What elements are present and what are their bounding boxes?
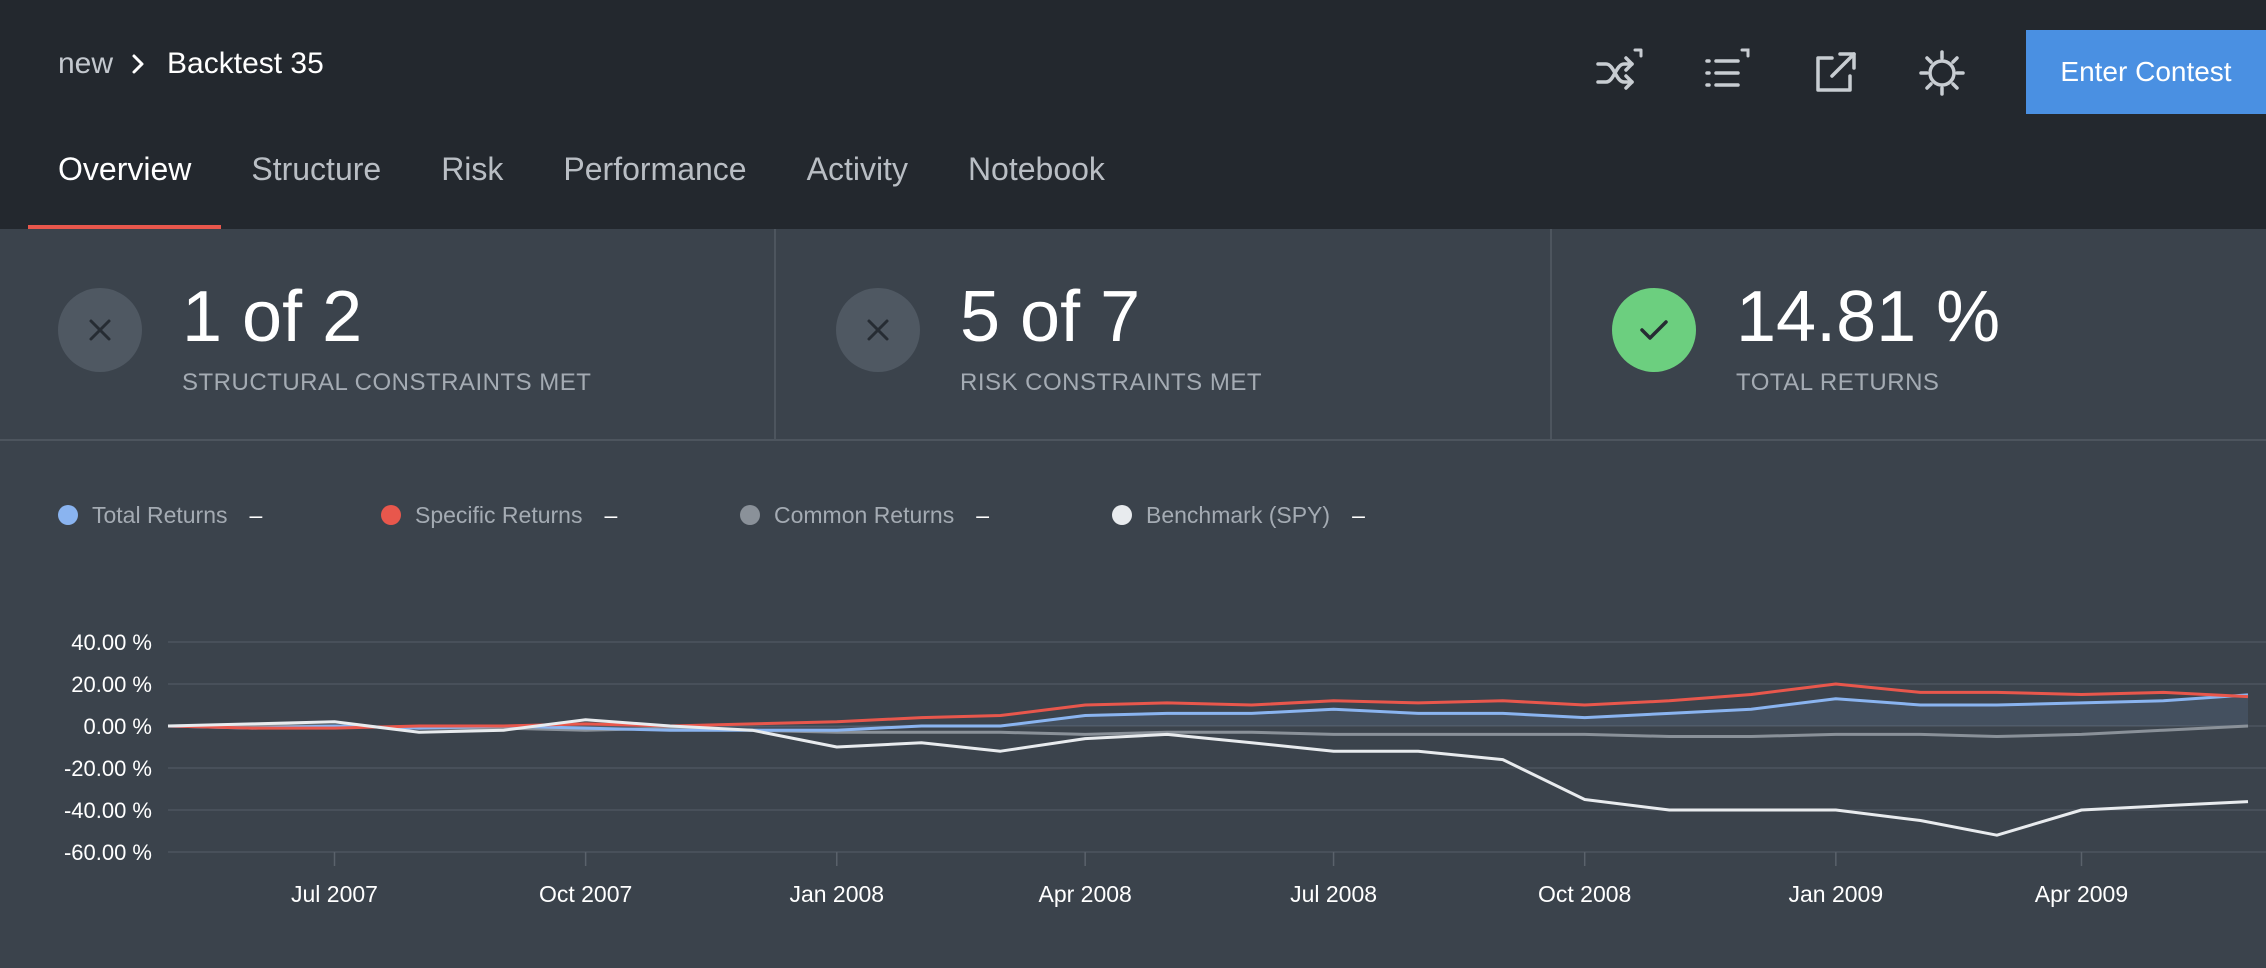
stat-label: RISK CONSTRAINTS MET: [960, 369, 1263, 396]
x-tick-label: Jan 2008: [789, 881, 884, 907]
legend-dot: [381, 505, 401, 525]
x-tick-label: Apr 2008: [1038, 881, 1131, 907]
legend-common-returns[interactable]: Common Returns –: [740, 500, 989, 530]
legend-benchmark[interactable]: Benchmark (SPY) –: [1112, 500, 1365, 530]
benchmark-line: [167, 718, 2249, 837]
settings-icon[interactable]: [1917, 48, 1967, 98]
tab-structure[interactable]: Structure: [221, 140, 411, 229]
tab-performance[interactable]: Performance: [533, 140, 776, 229]
legend-label: Common Returns: [774, 501, 955, 528]
stat-total-returns: 14.81 % TOTAL RETURNS: [1552, 229, 2266, 439]
breadcrumb-current: Backtest 35: [167, 47, 324, 80]
enter-contest-button[interactable]: Enter Contest: [2026, 30, 2266, 114]
y-tick-label: -60.00 %: [64, 840, 152, 865]
legend-specific-returns[interactable]: Specific Returns –: [381, 500, 617, 530]
checkmark-icon: [1612, 288, 1696, 372]
y-tick-label: 0.00 %: [84, 714, 153, 739]
x-tick-label: Apr 2009: [2035, 881, 2128, 907]
stat-label: TOTAL RETURNS: [1736, 369, 1940, 396]
y-tick-label: 20.00 %: [71, 672, 152, 697]
legend-dot: [1112, 505, 1132, 525]
tab-overview[interactable]: Overview: [28, 140, 222, 229]
legend-label: Benchmark (SPY): [1146, 501, 1331, 528]
legend-value: –: [249, 501, 263, 528]
list-icon[interactable]: [1702, 48, 1752, 98]
x-tick-label: Oct 2008: [1538, 881, 1631, 907]
legend-value: –: [976, 501, 990, 528]
y-tick-label: 40.00 %: [71, 630, 152, 655]
stat-value: 5 of 7: [960, 277, 1141, 357]
legend-dot: [740, 505, 760, 525]
stat-structural: 1 of 2 STRUCTURAL CONSTRAINTS MET: [0, 229, 776, 439]
chevron-right-icon: [131, 53, 145, 75]
legend-dot: [58, 505, 78, 525]
close-icon: [836, 288, 920, 372]
y-tick-label: -40.00 %: [64, 798, 152, 823]
y-tick-label: -20.00 %: [64, 756, 152, 781]
x-tick-label: Jul 2008: [1290, 881, 1377, 907]
tab-risk[interactable]: Risk: [411, 140, 533, 229]
stat-value: 14.81 %: [1736, 277, 2001, 357]
x-tick-label: Oct 2007: [539, 881, 632, 907]
close-icon: [58, 288, 142, 372]
tab-notebook[interactable]: Notebook: [938, 140, 1135, 229]
top-bar: new Backtest 35 Enter Contest Overview S…: [0, 0, 2266, 229]
legend-value: –: [604, 501, 618, 528]
returns-chart[interactable]: 40.00 % 20.00 % 0.00 % -20.00 % -40.00 % -60.…: [0, 600, 2266, 930]
legend-label: Total Returns: [92, 501, 228, 528]
share-icon[interactable]: [1810, 48, 1860, 98]
stat-risk: 5 of 7 RISK CONSTRAINTS MET: [776, 229, 1552, 439]
legend-value: –: [1352, 501, 1365, 528]
legend-total-returns[interactable]: Total Returns –: [58, 500, 262, 530]
x-tick-label: Jan 2009: [1789, 881, 1884, 907]
x-tick-label: Jul 2007: [291, 881, 378, 907]
stat-label: STRUCTURAL CONSTRAINTS MET: [182, 369, 592, 396]
breadcrumb-parent-link[interactable]: new: [58, 47, 113, 81]
legend-label: Specific Returns: [415, 501, 583, 528]
summary-stats: 1 of 2 STRUCTURAL CONSTRAINTS MET 5 of 7…: [0, 229, 2266, 441]
tab-activity[interactable]: Activity: [777, 140, 938, 229]
breadcrumb: new Backtest 35: [58, 44, 324, 84]
stat-value: 1 of 2: [182, 277, 363, 357]
shuffle-icon[interactable]: [1595, 48, 1645, 98]
tab-bar: Overview Structure Risk Performance Acti…: [28, 140, 1135, 229]
